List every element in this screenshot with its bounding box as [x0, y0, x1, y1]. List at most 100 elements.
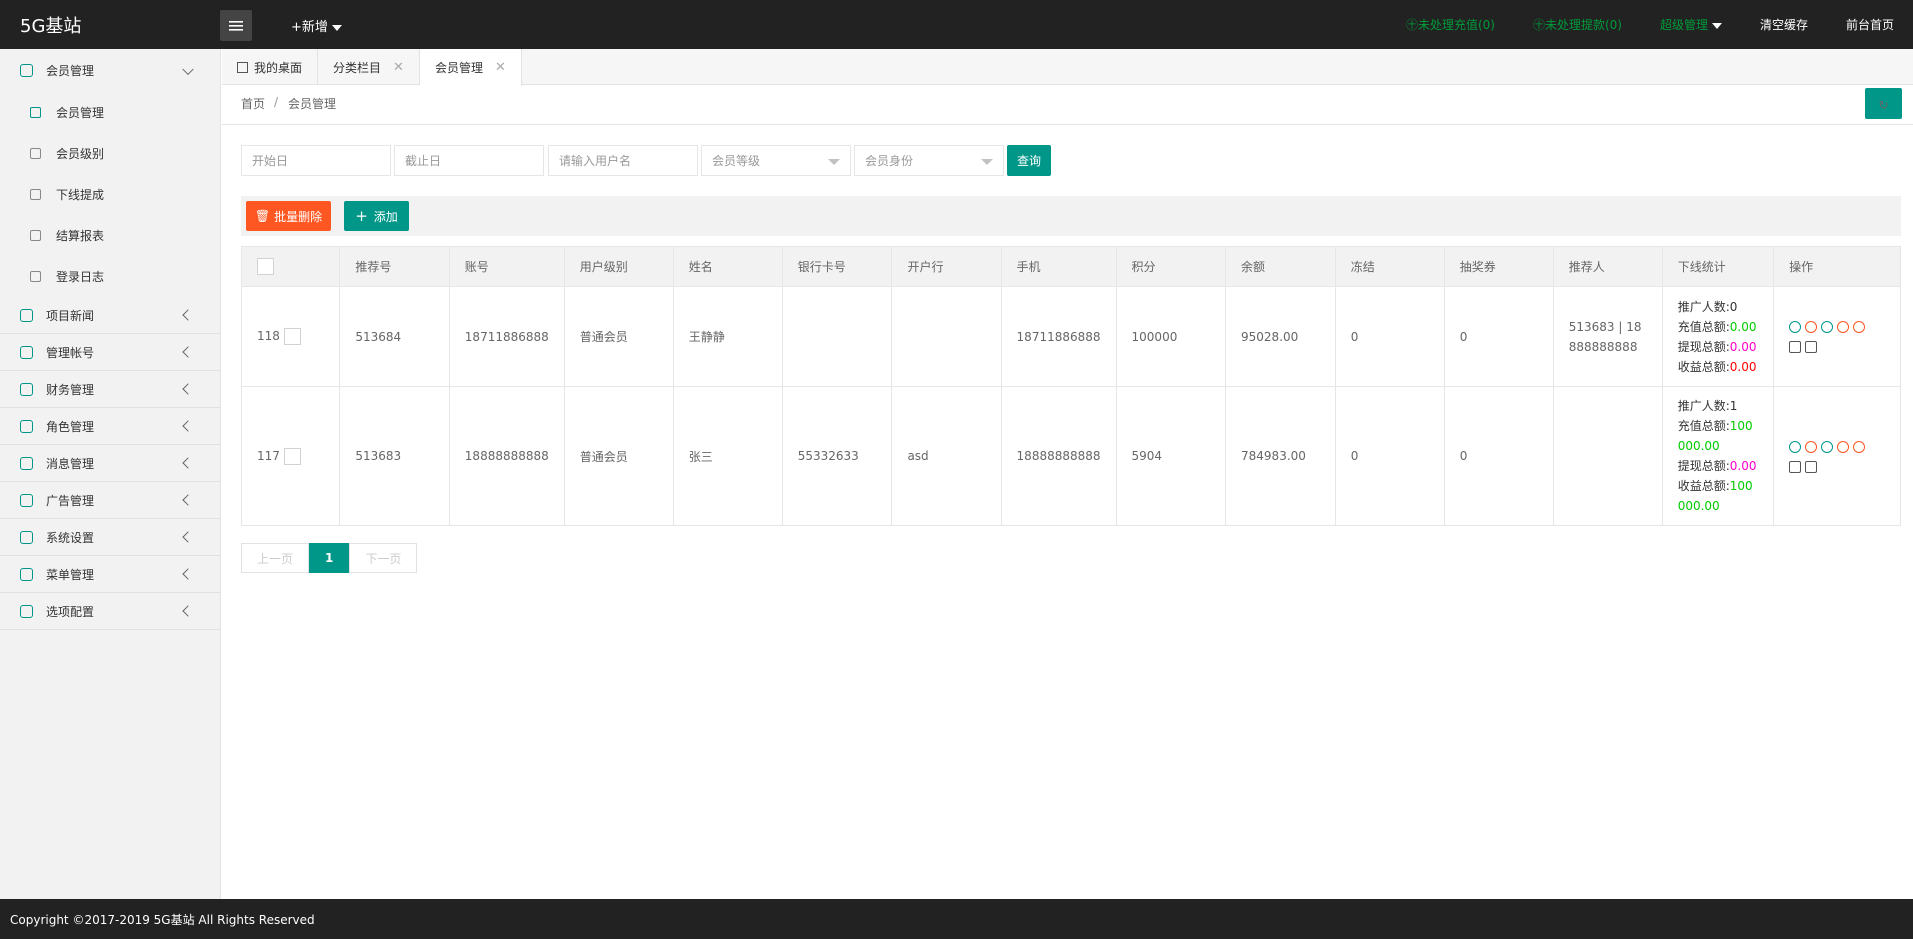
dollar-icon[interactable] [1837, 321, 1850, 333]
income-total: 收益总额:0.00 [1678, 357, 1758, 377]
admin-label: 超级管理 [1659, 18, 1708, 32]
withdraw-total: 提现总额:0.00 [1678, 456, 1758, 476]
book-icon [20, 308, 33, 322]
edit-icon[interactable] [1789, 460, 1802, 473]
sidebar-item-options[interactable]: 选项配置 [0, 593, 220, 630]
frozen-cell: 0 [1334, 386, 1445, 526]
pending-recharge-link[interactable]: ㊉未处理充值(0) [1387, 16, 1514, 33]
add-button[interactable]: + 添加 [344, 201, 409, 231]
select-all-checkbox[interactable] [257, 258, 274, 275]
upgrade-icon[interactable] [1789, 440, 1802, 453]
query-button[interactable]: 查询 [1007, 145, 1051, 176]
sidebar-sub-label: 结算报表 [56, 229, 105, 243]
home-icon [237, 61, 248, 73]
column-header: 积分 [1115, 246, 1227, 287]
actions-row-2 [1789, 337, 1885, 357]
edit-icon[interactable] [1789, 341, 1802, 353]
sidebar-item-label: 财务管理 [46, 382, 95, 397]
sidebar-item-finance[interactable]: 财务管理 [0, 371, 220, 408]
column-header: 姓名 [672, 246, 783, 287]
upgrade-icon[interactable] [1789, 321, 1802, 333]
grid-icon [20, 567, 33, 581]
search-icon[interactable] [1805, 440, 1818, 453]
sidebar-item-accounts[interactable]: 管理帐号 [0, 334, 220, 371]
tab-category[interactable]: 分类栏目 ✕ [318, 49, 420, 85]
tag-icon[interactable] [1853, 321, 1866, 333]
row-checkbox[interactable] [283, 328, 301, 345]
batch-delete-button[interactable]: 🗑 批量删除 [246, 201, 331, 231]
trash-icon[interactable] [1805, 341, 1818, 353]
tab-desktop[interactable]: 我的桌面 [222, 49, 319, 85]
refresh-button[interactable]: ↻ [1865, 88, 1902, 119]
sidebar-item-member-mgmt[interactable]: 会员管理 [0, 49, 220, 92]
hamburger-icon [229, 20, 243, 31]
chevron-down-icon [981, 159, 993, 165]
sidebar-item-ads[interactable]: 广告管理 [0, 482, 220, 519]
next-page-button[interactable]: 下一页 [349, 543, 418, 573]
downline-stats-cell: 推广人数:1 充值总额:100000.00 提现总额:0.00 收益总额:100… [1661, 386, 1775, 526]
sidebar-item-label: 系统设置 [46, 530, 95, 545]
sidebar-sub-label: 会员管理 [56, 106, 105, 120]
recharge-value: 0.00 [1729, 319, 1757, 334]
start-date-input[interactable]: 开始日 [241, 145, 391, 176]
dollar-icon[interactable] [1837, 440, 1850, 453]
menu-toggle-button[interactable] [220, 10, 252, 41]
end-date-input[interactable]: 截止日 [394, 145, 544, 176]
balance-cell: 784983.00 [1225, 386, 1336, 526]
referrer-cell: 513683 | 18888888888 [1552, 286, 1663, 387]
column-header: 银行卡号 [781, 246, 893, 287]
speaker-icon [20, 456, 33, 470]
sidebar-item-settings[interactable]: 系统设置 [0, 519, 220, 556]
chevron-left-icon [182, 346, 194, 358]
clear-cache-link[interactable]: 清空缓存 [1741, 16, 1827, 33]
tab-label: 会员管理 [434, 61, 483, 75]
member-table: 推荐号 账号 用户级别 姓名 银行卡号 开户行 手机 积分 余额 冻结 抽奖券 … [240, 246, 1901, 526]
username-input[interactable]: 请输入用户名 [548, 145, 698, 176]
row-id: 118 [257, 329, 280, 343]
yen-icon[interactable] [1821, 440, 1834, 453]
sidebar-item-news[interactable]: 项目新闻 [0, 297, 220, 334]
sidebar-item-menus[interactable]: 菜单管理 [0, 556, 220, 593]
add-new-menu[interactable]: +新增 [291, 16, 342, 35]
close-icon[interactable]: ✕ [393, 60, 404, 75]
actions-row-1 [1789, 436, 1885, 456]
gauge-icon [30, 189, 41, 200]
level-select[interactable]: 会员等级 [701, 145, 851, 176]
trash-icon[interactable] [1805, 460, 1818, 473]
sidebar-sub-member-level[interactable]: 会员级别 [0, 133, 220, 174]
sidebar-item-messages[interactable]: 消息管理 [0, 445, 220, 482]
gear-icon [20, 530, 33, 544]
sidebar-item-label: 广告管理 [46, 493, 95, 508]
chevron-left-icon [182, 531, 194, 543]
user-icon [30, 107, 41, 118]
tickets-cell: 0 [1443, 386, 1554, 526]
name-cell: 张三 [672, 386, 783, 526]
tab-member-mgmt[interactable]: 会员管理 ✕ [419, 49, 522, 86]
select-all-cell [240, 246, 341, 287]
sidebar-sub-login-log[interactable]: 登录日志 [0, 256, 220, 297]
sidebar-sub-member-mgmt[interactable]: 会员管理 [0, 92, 220, 133]
sidebar-item-roles[interactable]: 角色管理 [0, 408, 220, 445]
referrer-cell [1552, 386, 1663, 526]
sidebar-sub-downline[interactable]: 下线提成 [0, 174, 220, 215]
search-icon[interactable] [1805, 321, 1818, 333]
chevron-down-icon [828, 159, 840, 165]
chevron-down-icon [1711, 22, 1722, 29]
yen-icon[interactable] [1821, 321, 1834, 333]
row-checkbox[interactable] [283, 447, 301, 465]
refresh-icon: ↻ [1878, 98, 1889, 112]
prev-page-button[interactable]: 上一页 [241, 543, 310, 573]
breadcrumb-home[interactable]: 首页 [241, 95, 265, 112]
actions-row-1 [1789, 317, 1885, 337]
recharge-label: 充值总额: [1677, 419, 1730, 433]
chevron-left-icon [182, 457, 194, 469]
report-icon [30, 230, 41, 241]
admin-menu[interactable]: 超级管理 [1641, 16, 1741, 33]
page-1-button[interactable]: 1 [309, 543, 350, 573]
front-home-link[interactable]: 前台首页 [1827, 16, 1913, 33]
pending-withdraw-link[interactable]: ㊉未处理提款(0) [1514, 16, 1641, 33]
sidebar-sub-report[interactable]: 结算报表 [0, 215, 220, 256]
identity-select[interactable]: 会员身份 [854, 145, 1004, 176]
tag-icon[interactable] [1853, 440, 1866, 453]
close-icon[interactable]: ✕ [495, 60, 506, 75]
